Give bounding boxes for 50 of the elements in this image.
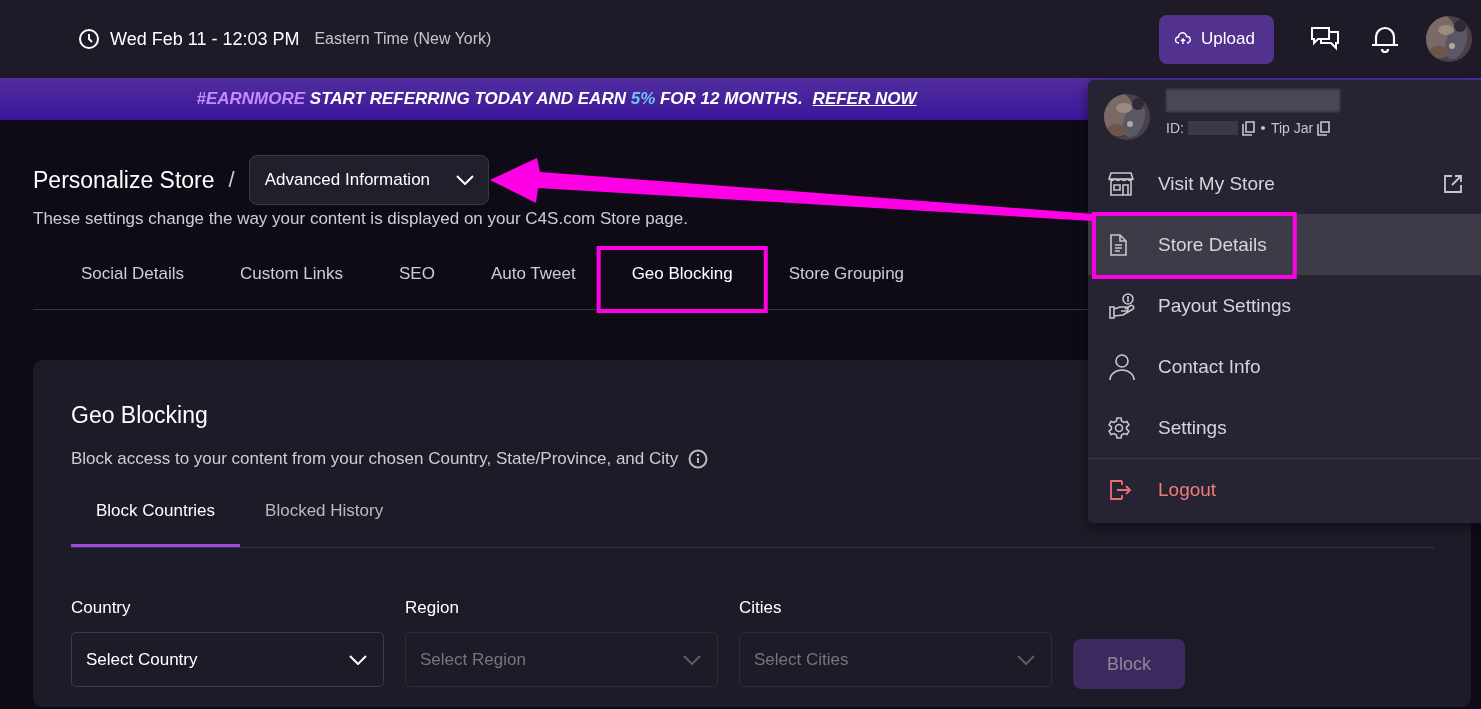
tab[interactable]: Blocked History bbox=[240, 477, 409, 547]
logout-icon bbox=[1108, 477, 1132, 502]
chevron-down-icon bbox=[456, 175, 475, 185]
timezone: Eastern Time (New York) bbox=[314, 30, 492, 48]
copy-icon[interactable] bbox=[1241, 120, 1255, 136]
select-field[interactable]: Select Country bbox=[71, 632, 384, 687]
menu-item[interactable]: Store Details bbox=[1088, 214, 1481, 275]
page-subtitle: These settings change the way your content is displayed on your C4S.com Store page. bbox=[33, 209, 689, 229]
refer-now-link[interactable]: REFER NOW bbox=[812, 89, 917, 109]
document-icon bbox=[1108, 232, 1130, 257]
menu-item[interactable]: Logout bbox=[1088, 458, 1481, 520]
menu-item[interactable]: Contact Info bbox=[1088, 336, 1481, 397]
copy-icon[interactable] bbox=[1317, 120, 1331, 136]
upload-button[interactable]: Upload bbox=[1159, 14, 1274, 64]
gear-icon bbox=[1108, 416, 1130, 439]
external-link-icon bbox=[1443, 173, 1463, 194]
section-dropdown[interactable]: Advanced Information bbox=[248, 155, 490, 205]
field-label: Country bbox=[71, 598, 132, 618]
tab[interactable]: Block Countries bbox=[71, 477, 241, 547]
hand-coin-icon bbox=[1108, 292, 1136, 319]
tip-jar-label: Tip Jar bbox=[1270, 120, 1314, 136]
id-label: ID: bbox=[1166, 120, 1184, 136]
info-icon[interactable] bbox=[688, 449, 709, 469]
chevron-down-icon bbox=[1017, 654, 1035, 665]
clock-icon bbox=[78, 28, 100, 50]
separator-dot bbox=[1260, 126, 1265, 130]
tab[interactable]: Social Details bbox=[53, 239, 212, 309]
tab[interactable]: Store Grouping bbox=[760, 239, 933, 309]
breadcrumb-separator: / bbox=[228, 167, 235, 193]
date-time: Wed Feb 11 - 12:03 PM bbox=[110, 28, 300, 50]
promo-message: #EARNMORE START REFERRING TODAY AND EARN 5% FOR 12 MONTHS. bbox=[196, 89, 803, 109]
tab[interactable]: Geo Blocking bbox=[603, 239, 761, 309]
chat-icon[interactable] bbox=[1310, 25, 1340, 53]
user-icon bbox=[1108, 352, 1136, 381]
field-label: Region bbox=[405, 598, 460, 618]
tab[interactable]: Auto Tweet bbox=[462, 239, 604, 309]
menu-item[interactable]: Settings bbox=[1088, 397, 1481, 458]
tab[interactable]: Custom Links bbox=[212, 239, 371, 309]
menu-item[interactable]: Payout Settings bbox=[1088, 275, 1481, 336]
chevron-down-icon bbox=[683, 654, 701, 665]
bell-icon[interactable] bbox=[1370, 25, 1400, 53]
breadcrumb-title: Personalize Store bbox=[33, 166, 215, 194]
chevron-down-icon bbox=[349, 654, 367, 665]
field-label: Cities bbox=[739, 598, 783, 618]
tab[interactable]: SEO bbox=[371, 239, 463, 309]
card-title: Geo Blocking bbox=[71, 402, 208, 429]
cloud-upload-icon bbox=[1175, 32, 1191, 46]
menu-item[interactable]: Visit My Store bbox=[1088, 153, 1481, 214]
storefront-icon bbox=[1108, 170, 1134, 197]
card-description: Block access to your content from your chosen Country, State/Province, and City bbox=[71, 449, 679, 469]
